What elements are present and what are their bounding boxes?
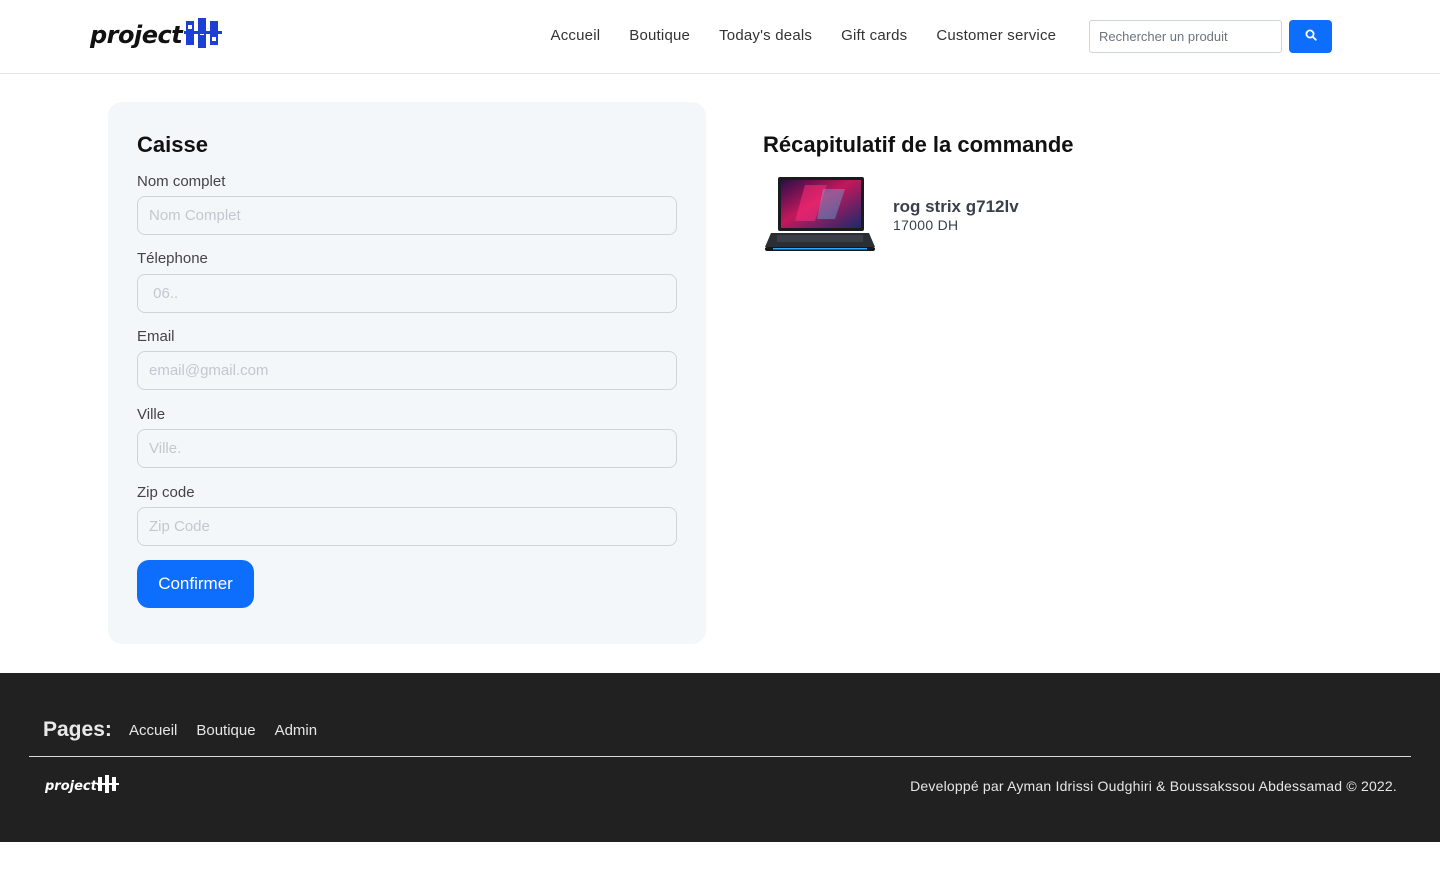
- brand-logo-text: project: [90, 21, 183, 49]
- nav-link-todays-deals[interactable]: Today's deals: [719, 27, 812, 44]
- nav-link-gift-cards[interactable]: Gift cards: [841, 27, 907, 44]
- email-label: Email: [137, 328, 175, 345]
- checkout-card: Caisse Nom complet Télephone Email Ville…: [108, 102, 706, 644]
- footer-credit: Developpé par Ayman Idrissi Oudghiri & B…: [910, 778, 1397, 794]
- zip-code-field[interactable]: [137, 507, 677, 546]
- footer-pages-title: Pages:: [43, 718, 112, 741]
- zip-code-label: Zip code: [137, 484, 195, 501]
- footer-link-admin[interactable]: Admin: [275, 722, 318, 739]
- email-field[interactable]: [137, 351, 677, 390]
- search-icon: [1305, 29, 1317, 44]
- footer-logo-text: project: [45, 778, 97, 794]
- brand-logo-mark-icon: [184, 17, 223, 54]
- top-navbar: project Accueil Boutique Today's deals G…: [0, 0, 1440, 74]
- brand-logo[interactable]: project: [90, 17, 223, 54]
- footer-logo-mark-icon: [96, 774, 119, 798]
- product-name: rog strix g712lv: [893, 197, 1019, 216]
- footer-link-boutique[interactable]: Boutique: [196, 722, 255, 739]
- product-image: [765, 175, 875, 253]
- phone-field[interactable]: [137, 274, 677, 313]
- nav-link-accueil[interactable]: Accueil: [551, 27, 601, 44]
- city-label: Ville: [137, 406, 166, 423]
- footer-links: Accueil Boutique Admin: [129, 722, 336, 739]
- footer-divider: [29, 756, 1411, 757]
- footer-link-accueil[interactable]: Accueil: [129, 722, 177, 739]
- city-field[interactable]: [137, 429, 677, 468]
- order-summary-title: Récapitulatif de la commande: [763, 132, 1074, 157]
- full-name-label: Nom complet: [137, 173, 226, 190]
- full-name-field[interactable]: [137, 196, 677, 235]
- footer: Pages: Accueil Boutique Admin project De…: [0, 673, 1440, 842]
- footer-logo: project: [45, 774, 119, 798]
- nav-link-boutique[interactable]: Boutique: [629, 27, 690, 44]
- phone-label: Télephone: [137, 250, 208, 267]
- search-input[interactable]: [1089, 20, 1282, 53]
- nav-link-customer-service[interactable]: Customer service: [936, 27, 1056, 44]
- product-price: 17000 DH: [893, 217, 959, 233]
- checkout-title: Caisse: [137, 132, 208, 157]
- confirm-button[interactable]: Confirmer: [137, 560, 254, 608]
- search-button[interactable]: [1289, 20, 1332, 53]
- main-nav: Accueil Boutique Today's deals Gift card…: [536, 27, 1071, 44]
